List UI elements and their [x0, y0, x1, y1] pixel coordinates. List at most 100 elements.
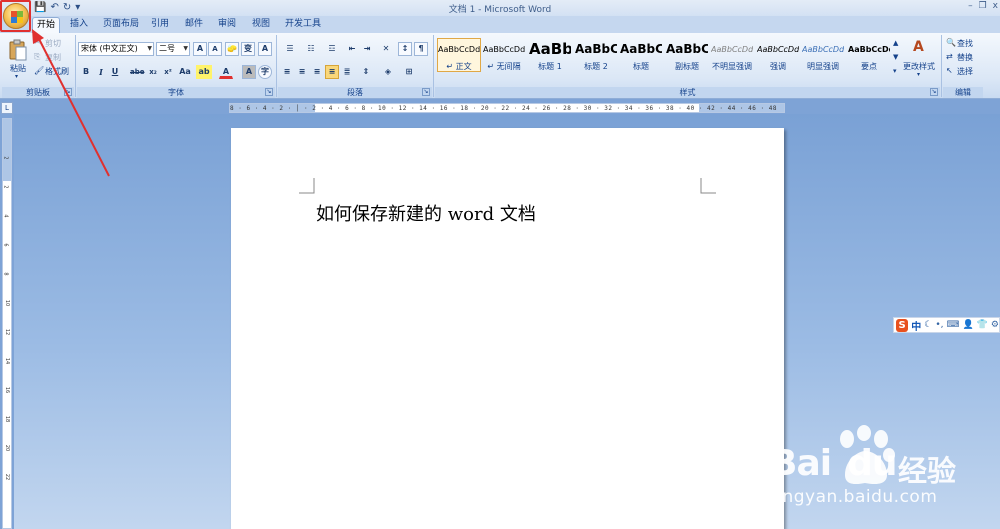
- line-spacing-button[interactable]: ⇕: [357, 65, 375, 79]
- find-button[interactable]: 查找: [957, 38, 973, 49]
- ime-toolbar[interactable]: S 中 ☾ •, ⌨ 👤 👕 ⚙: [893, 317, 1000, 333]
- style-intense-emphasis[interactable]: AaBbCcDd 明显强调: [801, 38, 845, 72]
- qat-dropdown-icon[interactable]: ▾: [75, 2, 80, 14]
- bullets-button[interactable]: ☰: [280, 42, 300, 56]
- clear-format-button[interactable]: 🧽: [225, 42, 239, 56]
- style-subtle-emphasis[interactable]: AaBbCcDd 不明显强调: [710, 38, 754, 72]
- skin-icon[interactable]: 👕: [977, 320, 988, 330]
- font-name-dropdown-icon[interactable]: ▼: [147, 43, 152, 55]
- clipboard-launcher-icon[interactable]: ↘: [64, 88, 72, 96]
- tab-home[interactable]: 开始: [32, 17, 60, 33]
- paste-dropdown-icon: ▾: [15, 73, 19, 80]
- style-emphasis[interactable]: AaBbCcDd 强调: [756, 38, 800, 72]
- align-center-button[interactable]: ≡: [295, 65, 309, 79]
- tab-review[interactable]: 审阅: [215, 17, 239, 33]
- settings-icon[interactable]: ⚙: [991, 320, 999, 330]
- chinese-layout-button[interactable]: ✕: [376, 42, 396, 56]
- vertical-ruler-number: 10: [4, 299, 11, 307]
- sogou-logo-icon[interactable]: S: [896, 318, 909, 332]
- document-text[interactable]: 如何保存新建的 word 文档: [316, 200, 536, 226]
- font-size-value: 二号: [159, 44, 175, 53]
- font-size-combo[interactable]: 二号 ▼: [156, 42, 190, 56]
- justify-button[interactable]: ≡: [325, 65, 339, 79]
- shrink-font-button[interactable]: A: [208, 42, 222, 56]
- increase-indent-button[interactable]: ⇥: [360, 42, 374, 56]
- style-no-spacing[interactable]: AaBbCcDd ↵ 无间隔: [482, 38, 526, 72]
- phonetic-guide-button[interactable]: 变: [241, 42, 255, 56]
- underline-button[interactable]: U: [108, 65, 122, 79]
- change-styles-button[interactable]: A 更改样式 ▾: [903, 37, 937, 83]
- minimize-button[interactable]: –: [968, 1, 973, 11]
- document-page[interactable]: 如何保存新建的 word 文档: [231, 128, 784, 529]
- copy-button[interactable]: 复制: [45, 52, 61, 63]
- style-title[interactable]: AaBbC 标题: [619, 38, 663, 72]
- tab-page-layout[interactable]: 页面布局: [100, 17, 142, 33]
- numbering-button[interactable]: ☷: [301, 42, 321, 56]
- keyboard-icon[interactable]: ⌨: [946, 320, 959, 330]
- align-left-button[interactable]: ≡: [280, 65, 294, 79]
- styles-launcher-icon[interactable]: ↘: [930, 88, 938, 96]
- format-painter-button[interactable]: 格式刷: [45, 66, 69, 77]
- close-button[interactable]: x: [993, 1, 998, 11]
- cut-button[interactable]: 剪切: [45, 38, 61, 49]
- style-subtitle[interactable]: AaBbC 副标题: [665, 38, 709, 72]
- vertical-ruler-number: 4: [2, 214, 9, 218]
- change-case-button[interactable]: Aa: [176, 65, 194, 79]
- vertical-ruler[interactable]: 2 2 4 6 8 10 12 14 16 18 20 22: [2, 118, 12, 529]
- styles-group-label: 样式: [435, 87, 940, 98]
- paste-button[interactable]: 粘贴 ▾: [6, 37, 30, 83]
- tab-view[interactable]: 视图: [248, 17, 274, 33]
- bold-button[interactable]: B: [79, 65, 93, 79]
- enclose-characters-button[interactable]: 字: [258, 65, 272, 79]
- tab-mailings[interactable]: 邮件: [182, 17, 206, 33]
- paragraph-launcher-icon[interactable]: ↘: [422, 88, 430, 96]
- vertical-ruler-number: 2: [2, 156, 9, 160]
- undo-icon[interactable]: ↶: [50, 2, 58, 14]
- tab-developer[interactable]: 开发工具: [283, 17, 323, 33]
- subscript-button[interactable]: x₂: [146, 65, 160, 79]
- replace-button[interactable]: 替换: [957, 52, 973, 63]
- font-launcher-icon[interactable]: ↘: [265, 88, 273, 96]
- styles-scroll-down-icon[interactable]: ▼: [893, 53, 898, 61]
- decrease-indent-button[interactable]: ⇤: [345, 42, 359, 56]
- tab-selector-icon[interactable]: L: [1, 102, 13, 114]
- ime-mode-indicator[interactable]: 中: [911, 318, 921, 333]
- style-strong[interactable]: AaBbCcDd 要点: [847, 38, 891, 72]
- multilevel-list-button[interactable]: ☲: [322, 42, 342, 56]
- halfwidth-icon[interactable]: ☾: [924, 320, 932, 330]
- style-heading-1[interactable]: AaBb 标题 1: [528, 38, 572, 72]
- save-icon[interactable]: 💾: [34, 2, 46, 14]
- font-size-dropdown-icon[interactable]: ▼: [183, 43, 188, 55]
- tab-references[interactable]: 引用: [148, 17, 172, 33]
- show-marks-button[interactable]: ¶: [414, 42, 428, 56]
- italic-button[interactable]: I: [94, 65, 108, 79]
- vertical-ruler-number: 8: [2, 272, 9, 276]
- redo-icon[interactable]: ↻: [63, 2, 71, 14]
- vertical-ruler-number: 2: [2, 185, 9, 189]
- horizontal-ruler[interactable]: 8 · 6 · 4 · 2 · │ · 2 · 4 · 6 · 8 · 10 ·…: [229, 103, 785, 113]
- styles-scroll-up-icon[interactable]: ▲: [893, 39, 898, 47]
- borders-button[interactable]: ⊞: [400, 65, 418, 79]
- style-preview: AaBbC: [666, 42, 708, 56]
- superscript-button[interactable]: x²: [161, 65, 175, 79]
- style-name: 标题 2: [584, 62, 608, 71]
- style-heading-2[interactable]: AaBbC 标题 2: [574, 38, 618, 72]
- user-icon[interactable]: 👤: [962, 320, 973, 330]
- distributed-button[interactable]: ≣: [340, 65, 354, 79]
- shading-button[interactable]: ◈: [379, 65, 397, 79]
- punctuation-icon[interactable]: •,: [935, 320, 943, 330]
- sort-button[interactable]: ↕: [398, 42, 412, 56]
- select-button[interactable]: 选择: [957, 66, 973, 77]
- grow-font-button[interactable]: A: [193, 42, 207, 56]
- style-normal[interactable]: AaBbCcDd ↵ 正文: [437, 38, 481, 72]
- character-border-button[interactable]: A: [258, 42, 272, 56]
- strikethrough-button[interactable]: abe: [129, 65, 145, 79]
- tab-insert[interactable]: 插入: [66, 17, 92, 33]
- font-name-combo[interactable]: 宋体 (中文正文) ▼: [78, 42, 154, 56]
- styles-more-icon[interactable]: ▾: [893, 67, 897, 75]
- highlight-button[interactable]: ab: [196, 65, 212, 79]
- restore-button[interactable]: ❐: [979, 1, 987, 11]
- align-right-button[interactable]: ≡: [310, 65, 324, 79]
- font-color-button[interactable]: A: [219, 65, 233, 79]
- character-shading-button[interactable]: A: [242, 65, 256, 79]
